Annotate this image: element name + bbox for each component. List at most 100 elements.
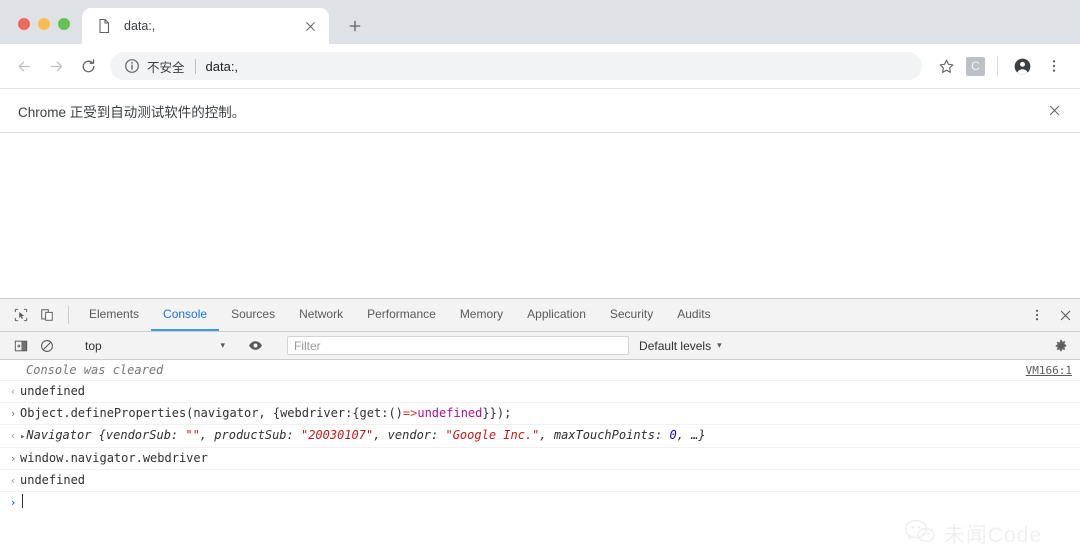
code-token: Object.defineProperties(navigator, {webd… (20, 406, 403, 420)
message-gutter: ‹ (9, 385, 17, 398)
tab-memory-label: Memory (459, 307, 504, 321)
object-token-string: "20030107" (300, 428, 374, 442)
inspect-cursor-icon[interactable] (8, 299, 34, 331)
console-message-result: ‹ undefined (0, 470, 1080, 492)
console-object-preview[interactable]: ▸Navigator {vendorSub: "", productSub: "… (20, 426, 1072, 446)
text-cursor (22, 494, 23, 508)
window-controls (0, 18, 82, 44)
devtools-divider (68, 306, 69, 324)
tab-performance[interactable]: Performance (355, 299, 448, 331)
new-tab-button[interactable] (341, 12, 369, 40)
device-toolbar-icon[interactable] (34, 299, 60, 331)
browser-menu-button[interactable] (1038, 50, 1070, 82)
info-circle-icon[interactable] (124, 58, 140, 74)
window-close-button[interactable] (18, 18, 30, 30)
tab-memory[interactable]: Memory (448, 299, 515, 331)
watermark: 未闻Code (904, 518, 1042, 549)
execution-context-value: top (85, 338, 102, 353)
devtools-tabbar: Elements Console Sources Network Perform… (0, 299, 1080, 332)
chevron-down-icon: ▾ (717, 340, 722, 350)
tab-console[interactable]: Console (151, 299, 220, 331)
devtools-tabbar-actions (1007, 299, 1080, 331)
object-token: {vendorSub: (91, 428, 186, 442)
tab-strip: data:, (0, 0, 1080, 44)
window-maximize-button[interactable] (58, 18, 70, 30)
console-sidebar-icon[interactable] (8, 339, 34, 353)
tab-sources-label: Sources (231, 307, 276, 321)
tab-security[interactable]: Security (598, 299, 665, 331)
console-cleared-text: Console was cleared (26, 363, 164, 377)
source-link[interactable]: VM166:1 (1026, 364, 1072, 377)
code-token-arrow: => (402, 406, 418, 420)
execution-context-select[interactable]: top ▾ (77, 339, 225, 353)
security-status-text: 不安全 (147, 60, 185, 75)
message-gutter: › (9, 452, 17, 465)
log-levels-label: Default levels (639, 338, 712, 353)
tab-audits-label: Audits (677, 307, 711, 321)
object-token: , vendor: (373, 428, 446, 442)
window-minimize-button[interactable] (38, 18, 50, 30)
object-token: , …} (676, 428, 706, 442)
extension-badge[interactable]: C (966, 56, 985, 76)
page-viewport (0, 133, 1080, 298)
console-prompt-row[interactable]: › (0, 492, 1080, 513)
devtools-tab-list: Elements Console Sources Network Perform… (77, 299, 1007, 331)
disclosure-triangle-icon[interactable]: ▸ (20, 432, 25, 442)
object-class-name: Navigator (26, 428, 92, 442)
wechat-icon (904, 518, 936, 549)
back-button[interactable] (8, 50, 40, 82)
console-message-input: › window.navigator.webdriver (0, 448, 1080, 470)
tab-sources[interactable]: Sources (219, 299, 287, 331)
console-message-input: › Object.defineProperties(navigator, {we… (0, 403, 1080, 425)
devtools-panel: Elements Console Sources Network Perform… (0, 298, 1080, 557)
star-icon[interactable] (930, 50, 962, 82)
tab-console-label: Console (163, 307, 208, 321)
message-gutter: ‹ (9, 474, 17, 487)
code-token: }}); (482, 406, 512, 420)
console-message-object[interactable]: ‹ ▸Navigator {vendorSub: "", productSub:… (0, 425, 1080, 448)
forward-button[interactable] (40, 50, 72, 82)
browser-window: data:, 不安全 data:, C Chrome 正受到自动测试软件的控制。… (0, 0, 1080, 557)
prompt-caret-icon: › (9, 496, 17, 509)
tab-performance-label: Performance (367, 307, 436, 321)
tab-network[interactable]: Network (287, 299, 355, 331)
url-text: data:, (205, 58, 239, 74)
console-filter-placeholder: Filter (294, 338, 321, 353)
tab-audits[interactable]: Audits (665, 299, 722, 331)
console-prompt-input[interactable] (20, 493, 1072, 511)
automation-infobar: Chrome 正受到自动测试软件的控制。 (0, 88, 1080, 133)
browser-tab[interactable]: data:, (82, 8, 329, 44)
console-message-cleared: Console was cleared VM166:1 (0, 360, 1080, 381)
infobar-close-icon[interactable] (1042, 99, 1066, 123)
tab-application-label: Application (527, 307, 586, 321)
watermark-text: 未闻Code (943, 523, 1042, 547)
tab-close-icon[interactable] (301, 17, 319, 35)
tab-application[interactable]: Application (515, 299, 598, 331)
console-output[interactable]: Console was cleared VM166:1 ‹ undefined … (0, 360, 1080, 557)
code-token-keyword: undefined (417, 406, 483, 420)
object-token: , productSub: (199, 428, 301, 442)
tab-elements-label: Elements (89, 307, 140, 321)
console-input-code: window.navigator.webdriver (20, 451, 208, 465)
document-icon (96, 18, 112, 34)
console-result-text: undefined (20, 473, 86, 487)
gear-icon[interactable] (1048, 339, 1074, 353)
object-token-number: 0 (669, 428, 677, 442)
clear-console-icon[interactable] (34, 339, 60, 353)
devtools-close-button[interactable] (1050, 309, 1080, 322)
tab-title: data:, (124, 19, 156, 33)
address-bar[interactable]: 不安全 data:, (110, 52, 922, 80)
console-filter-input[interactable]: Filter (287, 336, 630, 355)
tab-security-label: Security (609, 307, 654, 321)
console-message-result: ‹ undefined (0, 381, 1080, 403)
log-levels-select[interactable]: Default levels ▾ (631, 339, 730, 353)
console-input-code: Object.defineProperties(navigator, {webd… (20, 404, 1072, 422)
account-circle-icon[interactable] (1006, 50, 1038, 82)
eye-icon[interactable] (242, 338, 268, 353)
object-token-string: "" (185, 428, 200, 442)
reload-button[interactable] (72, 50, 104, 82)
tab-elements[interactable]: Elements (77, 299, 151, 331)
browser-toolbar: 不安全 data:, C (0, 44, 1080, 88)
devtools-more-button[interactable] (1024, 308, 1050, 322)
console-result-text: undefined (20, 384, 86, 398)
